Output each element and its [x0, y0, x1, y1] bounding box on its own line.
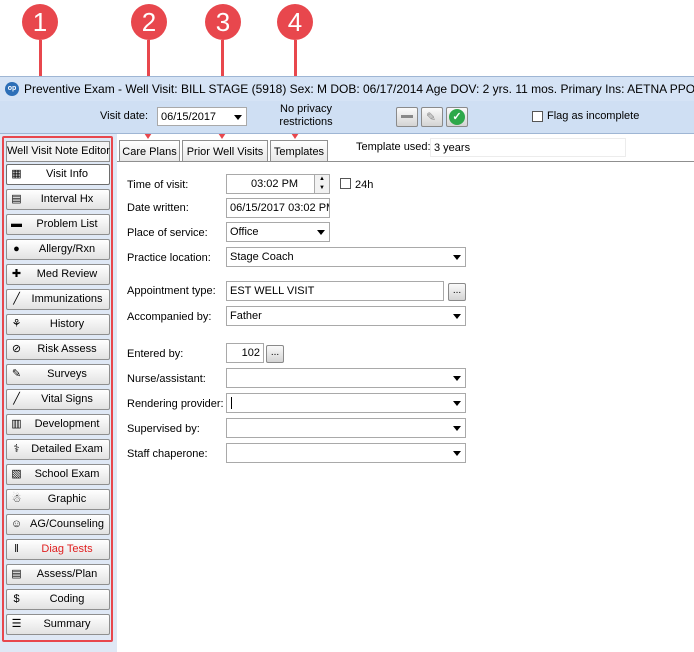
flag-incomplete-checkbox[interactable] [532, 111, 543, 122]
template-used-field: 3 years [430, 138, 626, 157]
staff-chaperone-select[interactable] [226, 443, 466, 463]
nav-highlight-outline [2, 136, 113, 642]
tab-care-plans[interactable]: Care Plans [119, 140, 180, 162]
place-of-service-select[interactable]: Office [226, 222, 330, 242]
chevron-down-icon [453, 451, 461, 456]
accompanied-by-value: Father [230, 310, 262, 322]
place-of-service-label: Place of service: [127, 227, 208, 239]
tabs-divider [117, 161, 694, 162]
rendering-provider-label: Rendering provider: [127, 398, 224, 410]
flag-incomplete-label: Flag as incomplete [547, 110, 640, 122]
tab-prior-well-visits[interactable]: Prior Well Visits [182, 140, 268, 162]
entered-by-value: 102 [241, 347, 260, 359]
minimize-note-button[interactable] [396, 107, 418, 127]
time-of-visit-value: 03:02 PM [251, 178, 299, 190]
time-of-visit-label: Time of visit: [127, 179, 189, 191]
callout-1: 1 [22, 4, 58, 40]
visit-date-label: Visit date: [100, 110, 149, 122]
chevron-down-icon [453, 314, 461, 319]
practice-location-label: Practice location: [127, 252, 211, 264]
place-of-service-value: Office [230, 226, 259, 238]
nurse-assistant-select[interactable] [226, 368, 466, 388]
chevron-down-icon [453, 401, 461, 406]
entered-by-label: Entered by: [127, 348, 184, 360]
tab-templates[interactable]: Templates [270, 140, 328, 162]
practice-location-value: Stage Coach [230, 251, 294, 263]
text-cursor [231, 397, 232, 409]
chevron-down-icon [453, 376, 461, 381]
privacy-line2: restrictions [279, 116, 333, 128]
date-written-field: 06/15/2017 03:02 PM [226, 198, 330, 218]
privacy-line1: No privacy [280, 103, 332, 115]
24h-label: 24h [355, 179, 374, 191]
entered-by-browse-button[interactable]: ... [266, 345, 284, 363]
date-written-label: Date written: [127, 202, 189, 214]
save-ok-button[interactable]: ✓ [446, 107, 468, 127]
entered-by-field[interactable]: 102 [226, 343, 264, 363]
24h-checkbox[interactable] [340, 178, 351, 189]
time-spinner-down-icon[interactable]: ▼ [314, 184, 329, 193]
checkmark-icon: ✓ [449, 109, 465, 125]
template-used-label: Template used: [356, 141, 431, 153]
window-title-bar: op Preventive Exam - Well Visit: BILL ST… [0, 76, 694, 101]
chevron-down-icon [453, 255, 461, 260]
privacy-status: No privacy restrictions [276, 103, 336, 129]
supervised-by-select[interactable] [226, 418, 466, 438]
visit-date-select[interactable]: 06/15/2017 [157, 107, 247, 126]
visit-date-value: 06/15/2017 [161, 111, 217, 123]
supervised-by-label: Supervised by: [127, 423, 200, 435]
chevron-down-icon [234, 115, 242, 120]
accompanied-by-select[interactable]: Father [226, 306, 466, 326]
staff-chaperone-label: Staff chaperone: [127, 448, 208, 460]
appointment-type-label: Appointment type: [127, 285, 216, 297]
window-title: Preventive Exam - Well Visit: BILL STAGE… [24, 82, 694, 96]
nurse-assistant-label: Nurse/assistant: [127, 373, 206, 385]
time-of-visit-input[interactable]: 03:02 PM ▲ ▼ [226, 174, 330, 194]
callout-3: 3 [205, 4, 241, 40]
chevron-down-icon [453, 426, 461, 431]
pencil-icon: ✎ [426, 110, 437, 124]
edit-button[interactable]: ✎ [421, 107, 443, 127]
practice-location-select[interactable]: Stage Coach [226, 247, 466, 267]
app-logo-icon: op [5, 82, 19, 96]
visit-toolbar: Visit date: 06/15/2017 No privacy restri… [0, 101, 694, 134]
callout-2: 2 [131, 4, 167, 40]
accompanied-by-label: Accompanied by: [127, 311, 212, 323]
appointment-type-field[interactable]: EST WELL VISIT [226, 281, 444, 301]
callout-4: 4 [277, 4, 313, 40]
appointment-type-browse-button[interactable]: ... [448, 283, 466, 301]
chevron-down-icon [317, 230, 325, 235]
rendering-provider-select[interactable] [226, 393, 466, 413]
minus-icon [401, 115, 413, 118]
